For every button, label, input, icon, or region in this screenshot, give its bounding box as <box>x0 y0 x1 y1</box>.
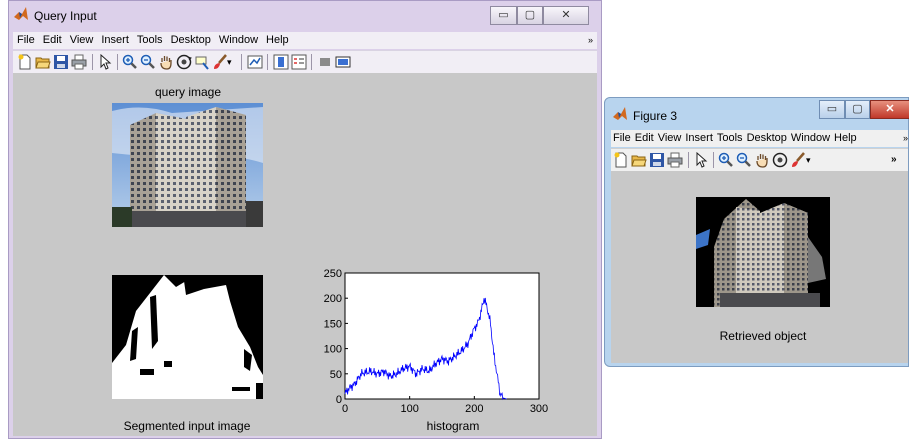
segmented-input-image <box>112 275 263 399</box>
zoom-in-icon[interactable] <box>718 152 734 168</box>
x-tick-label: 200 <box>465 403 483 415</box>
new-figure-icon[interactable] <box>17 54 33 70</box>
menu-edit[interactable]: Edit <box>633 130 656 147</box>
zoom-in-icon[interactable] <box>122 54 138 70</box>
menu-edit[interactable]: Edit <box>39 32 66 49</box>
x-tick-label: 100 <box>400 403 418 415</box>
menu-help[interactable]: Help <box>262 32 293 49</box>
menu-desktop[interactable]: Desktop <box>745 130 789 147</box>
legend-icon[interactable] <box>291 54 307 70</box>
y-tick-label: 250 <box>324 269 342 280</box>
query-input-window: Query Input ▭ ▢ ✕ File Edit View Insert Tool… <box>8 0 602 439</box>
matlab-logo-icon <box>612 106 628 122</box>
pointer-icon[interactable] <box>97 54 113 70</box>
menu-overflow-icon[interactable]: » <box>902 130 908 147</box>
menu-view[interactable]: View <box>66 32 98 49</box>
close-button[interactable]: ✕ <box>543 6 589 25</box>
toolbar-separator <box>688 152 689 168</box>
retrieved-object-image <box>696 197 830 307</box>
save-icon[interactable] <box>649 152 665 168</box>
figure-canvas: query image Segmented input image 0 100 … <box>13 73 597 436</box>
link-plot-icon[interactable] <box>247 54 263 70</box>
menu-bar: File Edit View Insert Tools Desktop Window Help… <box>13 32 597 49</box>
menu-file[interactable]: File <box>13 32 39 49</box>
open-file-icon[interactable] <box>35 54 51 70</box>
y-tick-label: 50 <box>330 369 342 381</box>
hide-plot-tools-icon[interactable] <box>317 54 333 70</box>
maximize-button[interactable]: ▢ <box>517 6 543 25</box>
zoom-out-icon[interactable] <box>736 152 752 168</box>
menu-desktop[interactable]: Desktop <box>167 32 215 49</box>
toolbar-separator <box>92 54 93 70</box>
menu-tools[interactable]: Tools <box>133 32 167 49</box>
figure-toolbar: ▾ <box>13 50 597 74</box>
toolbar-separator <box>311 54 312 70</box>
toolbar-separator <box>241 54 242 70</box>
print-icon[interactable] <box>667 152 683 168</box>
y-tick-label: 100 <box>324 344 342 356</box>
menu-insert[interactable]: Insert <box>97 32 133 49</box>
menu-insert[interactable]: Insert <box>683 130 715 147</box>
matlab-logo-icon <box>13 6 29 22</box>
brush-dropdown-icon[interactable]: ▾ <box>227 54 237 70</box>
menu-view[interactable]: View <box>656 130 684 147</box>
brush-dropdown-icon[interactable]: ▾ <box>806 152 816 168</box>
title-bar[interactable]: Figure 3 ▭ ▢ ✕ <box>605 98 909 126</box>
histogram-label: histogram <box>426 419 480 433</box>
show-plot-tools-icon[interactable] <box>335 54 351 70</box>
retrieved-object-label: Retrieved object <box>719 329 807 343</box>
colorbar-icon[interactable] <box>273 54 289 70</box>
y-tick-label: 150 <box>324 318 342 330</box>
maximize-button[interactable]: ▢ <box>845 100 870 119</box>
zoom-out-icon[interactable] <box>140 54 156 70</box>
menu-tools[interactable]: Tools <box>715 130 745 147</box>
brush-icon[interactable] <box>790 152 806 168</box>
toolbar-separator <box>713 152 714 168</box>
rotate-3d-icon[interactable] <box>176 54 192 70</box>
menu-help[interactable]: Help <box>832 130 859 147</box>
rotate-3d-icon[interactable] <box>772 152 788 168</box>
pan-hand-icon[interactable] <box>754 152 770 168</box>
menu-bar: File Edit View Insert Tools Desktop Window Help… <box>611 130 908 147</box>
brush-icon[interactable] <box>212 54 228 70</box>
segmented-input-image-label: Segmented input image <box>123 419 251 433</box>
toolbar-separator <box>117 54 118 70</box>
print-icon[interactable] <box>71 54 87 70</box>
new-figure-icon[interactable] <box>613 152 629 168</box>
toolbar-separator <box>267 54 268 70</box>
y-tick-label: 0 <box>336 394 342 406</box>
minimize-button[interactable]: ▭ <box>490 6 517 25</box>
menu-window[interactable]: Window <box>789 130 832 147</box>
figure-toolbar: ▾ » <box>611 148 908 172</box>
menu-window[interactable]: Window <box>215 32 262 49</box>
toolbar-overflow-icon[interactable]: » <box>891 152 903 168</box>
pointer-icon[interactable] <box>693 152 709 168</box>
y-tick-label: 200 <box>324 293 342 305</box>
open-file-icon[interactable] <box>631 152 647 168</box>
histogram-chart: 0 100 200 300 0 50 100 150 200 250 <box>324 269 549 415</box>
x-tick-label: 0 <box>342 403 348 415</box>
plot-area <box>344 272 540 400</box>
query-image <box>112 103 263 227</box>
save-icon[interactable] <box>53 54 69 70</box>
menu-file[interactable]: File <box>611 130 633 147</box>
menu-overflow-icon[interactable]: » <box>588 32 593 49</box>
figure-3-window: Figure 3 ▭ ▢ ✕ File Edit View Insert Tools De… <box>604 97 909 367</box>
title-bar[interactable]: Query Input ▭ ▢ ✕ <box>9 1 601 29</box>
figure-canvas: Retrieved object <box>611 171 908 363</box>
data-cursor-icon[interactable] <box>194 54 210 70</box>
minimize-button[interactable]: ▭ <box>819 100 845 119</box>
window-title: Query Input <box>34 9 97 23</box>
query-image-label: query image <box>154 85 222 99</box>
window-title: Figure 3 <box>633 109 678 123</box>
close-button[interactable]: ✕ <box>870 100 909 119</box>
x-tick-label: 300 <box>530 403 548 415</box>
pan-hand-icon[interactable] <box>158 54 174 70</box>
